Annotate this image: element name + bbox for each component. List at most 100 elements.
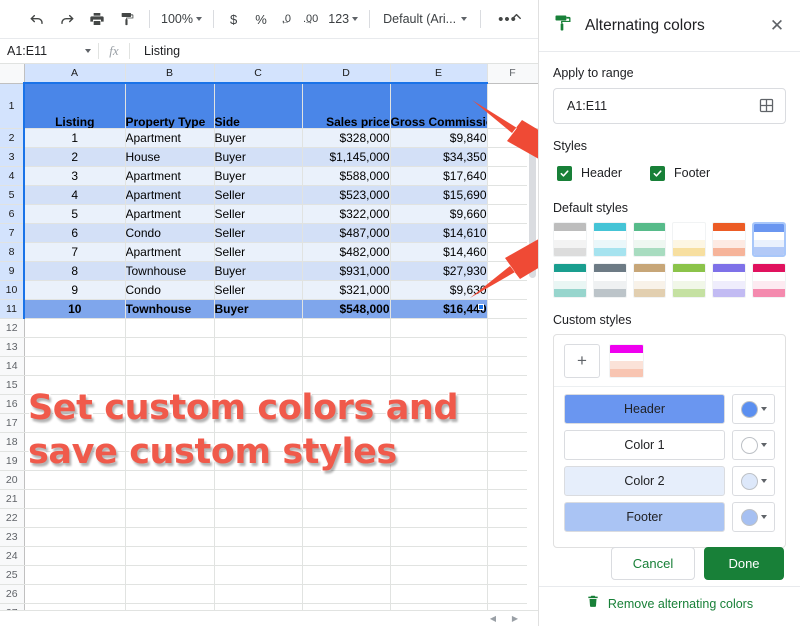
undo-icon[interactable] — [22, 6, 52, 32]
table-cell[interactable]: $17,640 — [390, 166, 488, 186]
table-cell[interactable]: $15,690 — [390, 185, 488, 205]
table-cell[interactable]: Seller — [214, 242, 303, 262]
done-button[interactable]: Done — [704, 547, 784, 580]
empty-cell[interactable] — [214, 527, 303, 547]
table-cell[interactable]: Townhouse — [125, 261, 215, 281]
row-header[interactable]: 9 — [0, 261, 25, 281]
print-icon[interactable] — [82, 6, 112, 32]
header-checkbox[interactable]: Header — [557, 165, 622, 181]
empty-cell[interactable] — [125, 489, 215, 509]
empty-cell[interactable] — [302, 337, 391, 357]
empty-cell[interactable] — [302, 413, 391, 433]
table-cell[interactable]: 3 — [23, 166, 126, 186]
cancel-button[interactable]: Cancel — [611, 547, 695, 580]
table-cell[interactable]: Buyer — [214, 299, 303, 319]
empty-cell[interactable] — [214, 565, 303, 585]
color-chip[interactable]: Footer — [564, 502, 725, 532]
table-cell[interactable]: Apartment — [125, 166, 215, 186]
row-header[interactable]: 22 — [0, 508, 25, 528]
empty-cell[interactable] — [214, 394, 303, 414]
table-cell[interactable]: 8 — [23, 261, 126, 281]
empty-cell[interactable] — [390, 318, 488, 338]
custom-style-magenta-custom[interactable] — [609, 344, 644, 378]
table-cell[interactable]: Apartment — [125, 204, 215, 224]
row-header[interactable]: 20 — [0, 470, 25, 490]
column-header-e[interactable]: E — [390, 64, 488, 84]
default-style-magenta[interactable] — [752, 263, 786, 298]
table-cell[interactable]: $9,840 — [390, 128, 488, 148]
color-chip[interactable]: Color 1 — [564, 430, 725, 460]
redo-icon[interactable] — [52, 6, 82, 32]
grid-select-icon[interactable] — [758, 97, 776, 115]
empty-cell[interactable] — [24, 356, 126, 376]
table-cell[interactable]: $482,000 — [302, 242, 391, 262]
table-cell[interactable]: $931,000 — [302, 261, 391, 281]
empty-cell[interactable] — [302, 546, 391, 566]
empty-cell[interactable] — [24, 432, 126, 452]
empty-cell[interactable] — [390, 451, 488, 471]
header-cell[interactable]: Property Type — [125, 82, 215, 129]
color-chip[interactable]: Color 2 — [564, 466, 725, 496]
scroll-right-icon[interactable]: ▶ — [508, 612, 522, 624]
empty-cell[interactable] — [214, 470, 303, 490]
empty-cell[interactable] — [390, 527, 488, 547]
empty-cell[interactable] — [302, 489, 391, 509]
empty-cell[interactable] — [24, 318, 126, 338]
table-cell[interactable]: 10 — [23, 299, 126, 319]
vertical-scroll-thumb[interactable] — [529, 148, 536, 278]
table-cell[interactable]: $16,440 — [390, 299, 488, 319]
header-cell[interactable]: Sales price — [302, 82, 391, 129]
vertical-scrollbar[interactable]: ▲ ▼ — [527, 140, 538, 626]
empty-cell[interactable] — [24, 489, 126, 509]
default-style-purple[interactable] — [712, 263, 747, 298]
row-header[interactable]: 13 — [0, 337, 25, 357]
empty-cell[interactable] — [302, 318, 391, 338]
default-style-green[interactable] — [632, 222, 667, 257]
column-header-d[interactable]: D — [302, 64, 391, 84]
empty-cell[interactable] — [302, 394, 391, 414]
row-header[interactable]: 17 — [0, 413, 25, 433]
percent-format-button[interactable]: % — [246, 12, 276, 27]
empty-cell[interactable] — [125, 356, 215, 376]
table-cell[interactable]: Buyer — [214, 261, 303, 281]
color-picker-button[interactable] — [732, 430, 775, 460]
empty-cell[interactable] — [24, 527, 126, 547]
footer-checkbox[interactable]: Footer — [640, 156, 710, 190]
default-style-tan[interactable] — [632, 263, 667, 298]
empty-cell[interactable] — [390, 337, 488, 357]
row-header[interactable]: 7 — [0, 223, 25, 243]
remove-alternating-colors-button[interactable]: Remove alternating colors — [539, 586, 800, 620]
column-header-b[interactable]: B — [125, 64, 215, 84]
horizontal-scrollbar[interactable]: ◀ ▶ — [0, 610, 538, 626]
row-header[interactable]: 1 — [0, 83, 25, 129]
table-cell[interactable]: $523,000 — [302, 185, 391, 205]
row-header[interactable]: 23 — [0, 527, 25, 547]
empty-cell[interactable] — [24, 470, 126, 490]
row-header[interactable]: 15 — [0, 375, 25, 395]
empty-cell[interactable] — [125, 375, 215, 395]
table-cell[interactable]: 2 — [23, 147, 126, 167]
select-all-corner[interactable] — [0, 64, 25, 84]
empty-cell[interactable] — [390, 394, 488, 414]
table-cell[interactable]: House — [125, 147, 215, 167]
empty-cell[interactable] — [390, 413, 488, 433]
empty-cell[interactable] — [302, 584, 391, 604]
table-cell[interactable]: $487,000 — [302, 223, 391, 243]
row-header[interactable]: 25 — [0, 565, 25, 585]
empty-cell[interactable] — [125, 337, 215, 357]
increase-decimal-button[interactable]: .00 → — [297, 13, 324, 26]
header-cell[interactable]: Listing — [23, 82, 126, 129]
empty-cell[interactable] — [487, 83, 538, 129]
empty-cell[interactable] — [125, 318, 215, 338]
table-cell[interactable]: $34,350 — [390, 147, 488, 167]
table-cell[interactable]: $14,460 — [390, 242, 488, 262]
table-cell[interactable]: $321,000 — [302, 280, 391, 300]
table-cell[interactable]: Seller — [214, 223, 303, 243]
font-selector[interactable]: Default (Ari... — [377, 12, 473, 26]
empty-cell[interactable] — [24, 394, 126, 414]
empty-cell[interactable] — [302, 375, 391, 395]
empty-cell[interactable] — [214, 318, 303, 338]
color-picker-button[interactable] — [732, 502, 775, 532]
table-cell[interactable]: $548,000 — [302, 299, 391, 319]
empty-cell[interactable] — [214, 375, 303, 395]
